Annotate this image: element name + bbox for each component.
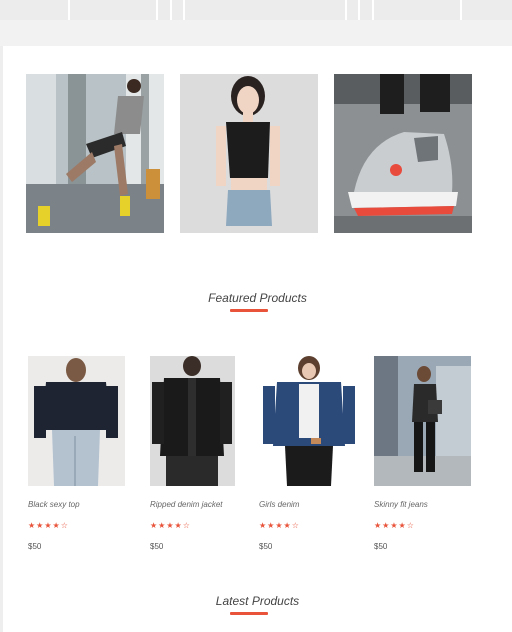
banner-fitness[interactable]	[26, 74, 164, 233]
product-image[interactable]	[28, 356, 125, 486]
toolbar-divider	[68, 0, 70, 20]
rating-stars: ★★★★☆	[259, 521, 300, 530]
girls-denim-photo	[259, 356, 356, 486]
product-image[interactable]	[259, 356, 356, 486]
man-exercising-photo	[26, 74, 164, 233]
toolbar-divider	[170, 0, 172, 20]
product-card[interactable]: Black sexy top ★★★★☆ $50	[28, 356, 125, 551]
skinny-jeans-photo	[374, 356, 471, 486]
toolbar-divider	[345, 0, 347, 20]
sneaker-photo	[334, 74, 472, 233]
product-price: $50	[150, 542, 164, 551]
product-name[interactable]: Ripped denim jacket	[150, 500, 222, 509]
latest-title: Latest Products	[215, 594, 300, 608]
denim-jacket-photo	[150, 356, 235, 486]
woman-black-top-photo	[180, 74, 318, 233]
toolbar-divider	[183, 0, 185, 20]
product-card[interactable]: Ripped denim jacket ★★★★☆ $50	[150, 356, 235, 551]
rating-stars: ★★★★☆	[28, 521, 69, 530]
banner-women[interactable]	[180, 74, 318, 233]
product-price: $50	[28, 542, 42, 551]
product-price: $50	[259, 542, 273, 551]
rating-stars: ★★★★☆	[150, 521, 191, 530]
toolbar-divider	[460, 0, 462, 20]
product-image[interactable]	[150, 356, 235, 486]
featured-title: Featured Products	[208, 291, 307, 305]
product-name[interactable]: Black sexy top	[28, 500, 80, 509]
toolbar-divider	[358, 0, 360, 20]
product-card[interactable]: Girls denim ★★★★☆ $50	[259, 356, 356, 551]
toolbar-divider	[156, 0, 158, 20]
featured-title-underline	[230, 309, 268, 312]
page-content: Featured Products Black sexy top ★★★★☆ $…	[3, 46, 512, 632]
product-image[interactable]	[374, 356, 471, 486]
product-card[interactable]: Skinny fit jeans ★★★★☆ $50	[374, 356, 471, 551]
header-strip	[0, 20, 512, 46]
black-top-photo	[28, 356, 125, 486]
product-name[interactable]: Girls denim	[259, 500, 299, 509]
top-toolbar	[0, 0, 512, 20]
latest-title-underline	[230, 612, 268, 615]
toolbar-divider	[372, 0, 374, 20]
product-price: $50	[374, 542, 388, 551]
product-name[interactable]: Skinny fit jeans	[374, 500, 428, 509]
banner-shoes[interactable]	[334, 74, 472, 233]
rating-stars: ★★★★☆	[374, 521, 415, 530]
